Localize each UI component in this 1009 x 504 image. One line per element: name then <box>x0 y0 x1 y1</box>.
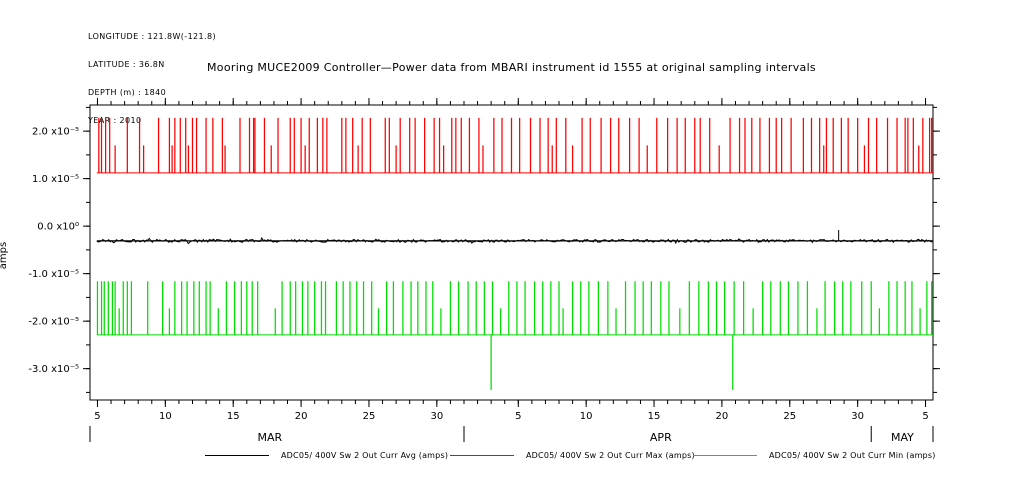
y-tick-label: 2.0 x10⁻⁵ <box>32 127 79 138</box>
y-tick-label: -3.0 x10⁻⁵ <box>28 364 79 375</box>
legend: ADC05/ 400V Sw 2 Out Curr Avg (amps) ADC… <box>0 449 1009 463</box>
legend-line-min <box>693 455 757 456</box>
y-tick-label: 0.0 x10⁰ <box>37 222 79 233</box>
legend-line-max <box>450 455 514 456</box>
x-tick-label: 15 <box>227 411 240 422</box>
x-tick-label: 10 <box>159 411 172 422</box>
month-label: MAY <box>891 431 914 444</box>
x-tick-label: 15 <box>648 411 661 422</box>
x-tick-label: 5 <box>94 411 100 422</box>
x-tick-label: 5 <box>922 411 928 422</box>
legend-line-avg <box>205 455 269 456</box>
y-tick-label: -2.0 x10⁻⁵ <box>28 317 79 328</box>
month-label: APR <box>650 431 672 444</box>
y-tick-label: -1.0 x10⁻⁵ <box>28 269 79 280</box>
legend-item-min: ADC05/ 400V Sw 2 Out Curr Min (amps) <box>693 449 936 462</box>
x-tick-label: 5 <box>515 411 521 422</box>
x-tick-label: 30 <box>851 411 864 422</box>
plot-page: LONGITUDE : 121.8W(-121.8) LATITUDE : 36… <box>0 0 1009 504</box>
legend-label-min: ADC05/ 400V Sw 2 Out Curr Min (amps) <box>769 451 936 460</box>
legend-item-avg: ADC05/ 400V Sw 2 Out Curr Avg (amps) <box>205 449 448 462</box>
x-tick-label: 30 <box>430 411 443 422</box>
legend-item-max: ADC05/ 400V Sw 2 Out Curr Max (amps) <box>450 449 695 462</box>
x-tick-label: 25 <box>783 411 796 422</box>
legend-label-avg: ADC05/ 400V Sw 2 Out Curr Avg (amps) <box>281 451 448 460</box>
x-tick-label: 25 <box>363 411 376 422</box>
x-tick-label: 20 <box>716 411 729 422</box>
chart-canvas: 2.0 x10⁻⁵ 1.0 x10⁻⁵ 0.0 x10⁰ -1.0 x10⁻⁵ -2.0… <box>0 0 1009 504</box>
x-tick-label: 20 <box>295 411 308 422</box>
x-tick-label: 10 <box>580 411 593 422</box>
month-label: MAR <box>258 431 283 444</box>
y-tick-label: 1.0 x10⁻⁵ <box>32 174 79 185</box>
legend-label-max: ADC05/ 400V Sw 2 Out Curr Max (amps) <box>526 451 695 460</box>
